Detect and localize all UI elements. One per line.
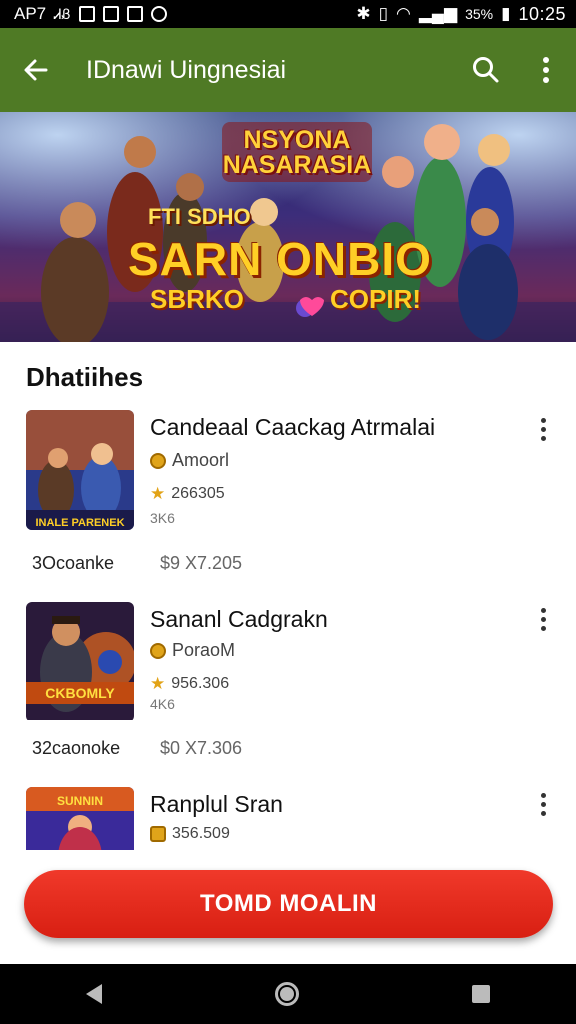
- rating-value: 266305: [171, 485, 225, 502]
- game-title[interactable]: Candeaal Caackag Atrmalai: [150, 414, 435, 441]
- search-icon: [473, 57, 499, 83]
- rating-value: 956.306: [171, 675, 230, 692]
- primary-action-button[interactable]: TOMD MOALIN: [24, 870, 553, 938]
- rating-row: ★ 956.306: [150, 674, 229, 694]
- game-thumbnail[interactable]: SUNNIN: [26, 787, 134, 850]
- dot-icon: [540, 417, 546, 423]
- dot-icon: [540, 616, 546, 622]
- game-title[interactable]: Ranplul Sran: [150, 791, 283, 818]
- vibrate-icon: ▯: [378, 4, 389, 23]
- nav-home-icon[interactable]: [274, 982, 299, 1006]
- rating-value: 356.509: [172, 825, 230, 842]
- svg-text:SUNNIN: SUNNIN: [57, 794, 103, 808]
- arrow-left-icon: [24, 59, 48, 81]
- search-button[interactable]: [456, 28, 516, 112]
- banner-logo-line2: NASARASIA: [222, 151, 372, 179]
- game-art: CKBOMLY: [26, 602, 134, 720]
- meta-label: 3Ocoanke: [32, 553, 115, 573]
- carrier-label: AP7: [14, 4, 47, 23]
- battery-icon: ▮: [501, 4, 511, 23]
- star-icon: ★: [150, 484, 166, 503]
- game-art: SUNNIN: [26, 787, 134, 850]
- nav-recents-icon[interactable]: [471, 985, 490, 1003]
- banner-tag-right: COPIR!: [330, 284, 421, 314]
- star-icon: ★: [150, 674, 166, 693]
- dot-icon: [540, 801, 546, 807]
- banner-logo: NSYONA NASARASIA: [222, 128, 372, 178]
- notification-icon: [126, 6, 143, 22]
- price-label: $9 X7.205: [160, 553, 243, 573]
- notification-icon: [150, 6, 167, 22]
- game-thumbnail[interactable]: CKBOMLY: [26, 602, 134, 722]
- dot-icon: [540, 792, 546, 798]
- dot-icon: [540, 810, 546, 816]
- svg-text:CKBOMLY: CKBOMLY: [45, 685, 115, 701]
- status-left: AP7 ᏗᏰ: [14, 4, 167, 24]
- size-value: 4K6: [150, 696, 175, 712]
- price-label: $0 X7.306: [160, 738, 243, 758]
- meta-label: 32caonoke: [32, 738, 121, 758]
- game-art: INALE PARENEK: [26, 410, 134, 530]
- back-button[interactable]: [0, 28, 72, 112]
- signal-icon: ▂▄▆: [418, 4, 458, 23]
- developer-icon: [150, 452, 166, 469]
- dot-icon: [540, 426, 546, 432]
- app-bar: IDnawi Uingnesiai: [0, 28, 576, 112]
- notification-icon: [102, 6, 119, 22]
- game-title[interactable]: Sananl Cadgrakn: [150, 606, 328, 633]
- section-title: Dhatiihes: [26, 362, 144, 392]
- svg-text:INALE PARENEK: INALE PARENEK: [35, 517, 124, 529]
- status-extra: ᏗᏰ: [54, 5, 71, 22]
- home-dot: [279, 987, 294, 1001]
- page-title: IDnawi Uingnesiai: [86, 55, 287, 84]
- banner-tag-left: SBRKO: [150, 284, 244, 314]
- banner-headline: SARN ONBIO: [128, 233, 432, 285]
- dot-icon: [540, 625, 546, 631]
- list-item[interactable]: SUNNIN Ranplul Sran 356.509: [0, 787, 576, 850]
- coin-icon: [150, 826, 166, 842]
- more-options-button[interactable]: [530, 789, 556, 819]
- more-vert-icon: [543, 57, 549, 83]
- status-right: ✱ ▯ ◠ ▂▄▆ 35% ▮ 10:25: [356, 4, 566, 25]
- dot-icon: [540, 607, 546, 613]
- status-bar: AP7 ᏗᏰ ✱ ▯ ◠ ▂▄▆ 35% ▮ 10:25: [0, 0, 576, 28]
- bluetooth-icon: ✱: [356, 4, 371, 23]
- banner-subtitle: FTI SDHO: [148, 204, 251, 229]
- wifi-icon: ◠: [396, 4, 411, 23]
- bottom-action-area: TOMD MOALIN: [0, 850, 576, 964]
- developer-name: PoraoM: [172, 640, 236, 660]
- battery-level: 35%: [465, 6, 494, 22]
- system-nav-bar: [0, 964, 576, 1024]
- developer-icon: [150, 642, 166, 659]
- more-options-button[interactable]: [530, 414, 556, 444]
- more-options-button[interactable]: [530, 604, 556, 634]
- notification-icon: [78, 6, 95, 22]
- dot-icon: [540, 435, 546, 441]
- banner-logo-line1: NSYONA: [243, 126, 351, 154]
- game-thumbnail[interactable]: INALE PARENEK: [26, 410, 134, 530]
- rating-row: ★ 266305: [150, 484, 225, 504]
- overflow-menu-button[interactable]: [516, 28, 576, 112]
- clock: 10:25: [518, 3, 566, 24]
- promo-banner[interactable]: NSYONA NASARASIA FTI SDHO SARN ONBIO SBR…: [0, 112, 576, 342]
- nav-back-icon[interactable]: [86, 984, 103, 1004]
- developer-row: PoraoM: [150, 640, 235, 661]
- size-value: 3K6: [150, 510, 175, 526]
- rating-row: 356.509: [150, 825, 230, 843]
- developer-row: Amoorl: [150, 450, 229, 471]
- developer-name: Amoorl: [172, 450, 230, 470]
